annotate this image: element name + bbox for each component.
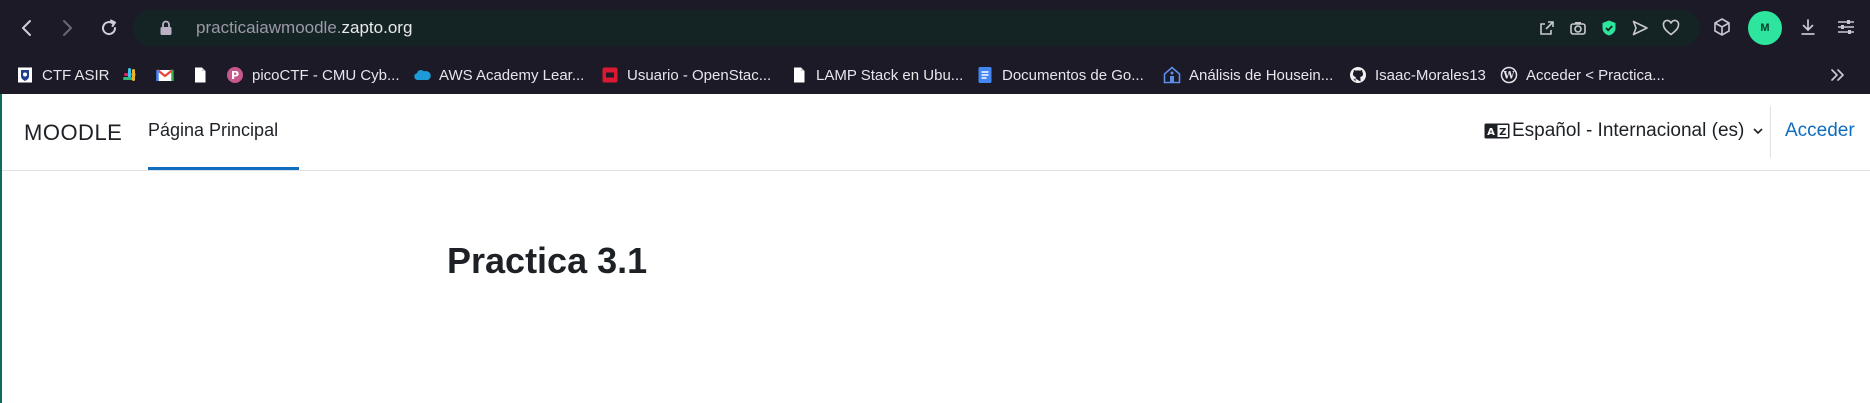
svg-text:P: P xyxy=(231,69,239,82)
bookmark-github[interactable]: Isaac-Morales13 xyxy=(1349,62,1486,88)
bookmark-label: AWS Academy Lear... xyxy=(439,66,585,84)
bookmark-label: CTF ASIR xyxy=(42,66,110,84)
moodle-navbar: MOODLE Página Principal AZ Español - Int… xyxy=(2,94,1870,171)
bookmark-wordpress[interactable]: W Acceder < Practica... xyxy=(1500,62,1665,88)
bookmark-label: Análisis de Housein... xyxy=(1189,66,1334,84)
bookmark-label: Acceder < Practica... xyxy=(1526,66,1665,84)
heart-icon[interactable] xyxy=(1662,19,1680,37)
bookmark-gmail[interactable] xyxy=(156,62,174,88)
chevron-down-icon xyxy=(1752,125,1764,137)
bookmark-picoctf[interactable]: P picoCTF - CMU Cyb... xyxy=(226,62,400,88)
page-title: Practica 3.1 xyxy=(447,240,648,281)
shield-crest-icon xyxy=(16,66,34,84)
svg-text:Z: Z xyxy=(1499,127,1506,138)
share-icon[interactable] xyxy=(1538,19,1556,37)
gmail-icon xyxy=(156,66,174,84)
extensions-cube-icon[interactable] xyxy=(1712,17,1732,37)
github-icon xyxy=(1349,66,1367,84)
bookmarks-overflow-icon[interactable] xyxy=(1827,64,1849,86)
bookmark-housein[interactable]: Análisis de Housein... xyxy=(1163,62,1333,88)
bookmark-label: Isaac-Morales13 xyxy=(1375,66,1486,84)
browser-chrome: practicaiawmoodle.zapto.org M CTF ASIR P… xyxy=(0,0,1870,94)
shield-check-icon[interactable] xyxy=(1600,19,1618,37)
bookmark-google-docs[interactable]: Documentos de Go... xyxy=(976,62,1144,88)
url-text: practicaiawmoodle.zapto.org xyxy=(196,18,412,38)
navbar-divider xyxy=(1770,106,1771,158)
url-domain: zapto.org xyxy=(341,18,413,37)
svg-text:A: A xyxy=(1487,127,1495,138)
settings-sliders-icon[interactable] xyxy=(1836,17,1856,37)
picoctf-icon: P xyxy=(226,66,244,84)
browser-toolbar: practicaiawmoodle.zapto.org M xyxy=(0,0,1870,56)
openstack-icon xyxy=(601,66,619,84)
send-icon[interactable] xyxy=(1631,19,1649,37)
language-label: Español - Internacional (es) xyxy=(1512,120,1745,141)
google-docs-icon xyxy=(976,66,994,84)
bookmark-ctf-asir[interactable]: CTF ASIR xyxy=(16,62,110,88)
login-link[interactable]: Acceder xyxy=(1785,120,1855,142)
bookmark-label: LAMP Stack en Ubu... xyxy=(816,66,964,84)
lock-icon xyxy=(160,20,172,35)
bookmark-openstack[interactable]: Usuario - OpenStac... xyxy=(601,62,771,88)
bookmark-document[interactable] xyxy=(191,62,209,88)
document-icon xyxy=(790,66,808,84)
house-icon xyxy=(1163,66,1181,84)
bookmark-aws-academy[interactable]: AWS Academy Lear... xyxy=(413,62,584,88)
bookmark-lamp-stack[interactable]: LAMP Stack en Ubu... xyxy=(790,62,963,88)
svg-text:W: W xyxy=(1502,71,1515,82)
document-icon xyxy=(191,66,209,84)
wordpress-icon: W xyxy=(1500,66,1518,84)
url-prefix: practicaiawmoodle. xyxy=(196,18,342,37)
reload-icon[interactable] xyxy=(95,14,123,42)
bookmark-slack[interactable] xyxy=(121,62,139,88)
bookmark-label: picoCTF - CMU Cyb... xyxy=(252,66,400,84)
nav-home-tab[interactable]: Página Principal xyxy=(148,120,278,141)
language-selector[interactable]: AZ Español - Internacional (es) xyxy=(1484,120,1764,142)
bookmark-label: Documentos de Go... xyxy=(1002,66,1144,84)
forward-icon[interactable] xyxy=(53,14,81,42)
salesforce-cloud-icon xyxy=(413,66,431,84)
active-tab-indicator xyxy=(148,167,299,170)
bookmarks-bar: CTF ASIR P picoCTF - CMU Cyb... AWS Acad… xyxy=(0,56,1870,94)
profile-avatar[interactable]: M xyxy=(1748,11,1782,45)
back-icon[interactable] xyxy=(13,14,41,42)
bookmark-label: Usuario - OpenStac... xyxy=(627,66,772,84)
slack-icon xyxy=(121,66,139,84)
site-brand[interactable]: MOODLE xyxy=(24,120,122,146)
camera-icon[interactable] xyxy=(1569,19,1587,37)
language-icon: AZ xyxy=(1484,123,1510,139)
address-bar[interactable]: practicaiawmoodle.zapto.org xyxy=(133,10,1700,46)
download-icon[interactable] xyxy=(1798,17,1818,37)
